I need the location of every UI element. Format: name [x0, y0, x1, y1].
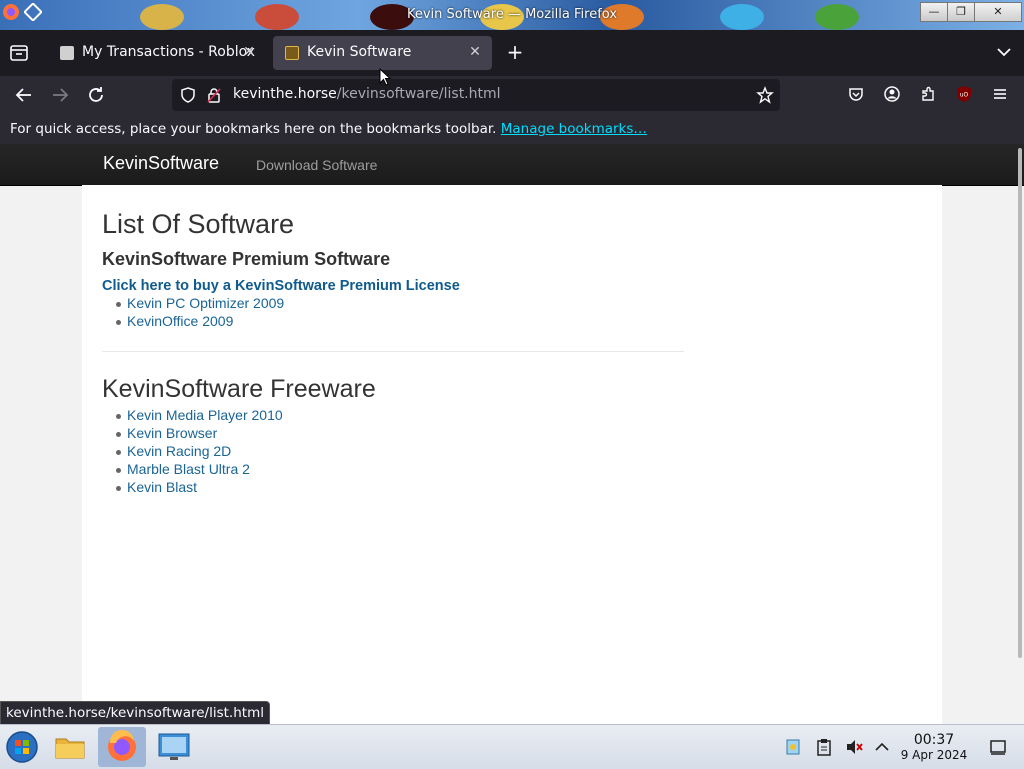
web-content: KevinSoftware Download Software List Of … — [0, 144, 1024, 724]
freeware-heading: KevinSoftware Freeware — [102, 375, 376, 403]
address-bar[interactable]: kevinthe.horse/kevinsoftware/list.html — [172, 79, 780, 111]
tab-strip: My Transactions - Roblox ✕ Kevin Softwar… — [0, 30, 1024, 76]
tracking-protection-shield-icon[interactable] — [180, 87, 196, 103]
ublock-origin-icon[interactable]: uO — [955, 85, 973, 103]
bookmarks-toolbar: For quick access, place your bookmarks h… — [0, 114, 1024, 144]
list-item: Kevin Blast — [102, 479, 283, 497]
software-link[interactable]: Kevin PC Optimizer 2009 — [127, 295, 284, 311]
buy-license-link[interactable]: Click here to buy a KevinSoftware Premiu… — [102, 278, 460, 294]
software-link[interactable]: Kevin Blast — [127, 479, 197, 495]
software-link[interactable]: Kevin Browser — [127, 425, 217, 441]
list-item: Marble Blast Ultra 2 — [102, 461, 283, 479]
maximize-button[interactable]: ❐ — [947, 2, 975, 22]
bookmarks-message: For quick access, place your bookmarks h… — [10, 121, 647, 137]
firefox-icon — [108, 729, 136, 761]
firefox-view-icon[interactable] — [8, 42, 30, 64]
tab-roblox[interactable]: My Transactions - Roblox ✕ — [48, 36, 266, 70]
list-item: Kevin PC Optimizer 2009 — [102, 295, 284, 313]
list-item: KevinOffice 2009 — [102, 313, 284, 331]
list-item: Kevin Racing 2D — [102, 443, 283, 461]
volume-muted-icon[interactable] — [845, 738, 863, 756]
notes-tray-icon[interactable] — [784, 738, 802, 756]
page-scrollbar[interactable] — [1018, 148, 1022, 658]
taskbar: 00:37 9 Apr 2024 — [0, 724, 1024, 769]
start-menu-icon[interactable] — [4, 729, 40, 765]
chevron-up-icon[interactable] — [873, 738, 891, 756]
url-domain: kevinthe.horse — [233, 86, 337, 102]
file-manager-icon[interactable] — [52, 729, 88, 765]
clock-date: 9 Apr 2024 — [900, 748, 968, 762]
site-navbar: KevinSoftware Download Software — [0, 144, 1024, 186]
software-link[interactable]: Kevin Media Player 2010 — [127, 407, 283, 423]
list-item: Kevin Media Player 2010 — [102, 407, 283, 425]
software-link[interactable]: KevinOffice 2009 — [127, 313, 233, 329]
kevin-favicon-icon — [285, 46, 299, 60]
window-titlebar: Kevin Software — Mozilla Firefox — ❐ ✕ — [0, 0, 1024, 30]
window-title: Kevin Software — Mozilla Firefox — [406, 7, 618, 22]
bookmark-star-icon[interactable] — [756, 86, 774, 104]
site-brand[interactable]: KevinSoftware — [103, 153, 219, 174]
minimize-button[interactable]: — — [920, 2, 948, 22]
back-icon[interactable] — [13, 84, 35, 106]
url-text[interactable]: kevinthe.horse/kevinsoftware/list.html — [233, 86, 501, 102]
divider — [102, 351, 684, 352]
close-window-button[interactable]: ✕ — [974, 2, 1022, 22]
url-path: /kevinsoftware/list.html — [336, 86, 501, 102]
show-desktop-icon[interactable] — [989, 738, 1007, 756]
mouse-cursor-icon — [379, 68, 391, 86]
account-icon[interactable] — [883, 85, 901, 103]
forward-icon[interactable] — [49, 84, 71, 106]
clock-time: 00:37 — [913, 732, 955, 748]
bookmarks-hint-text: For quick access, place your bookmarks h… — [10, 121, 497, 137]
new-tab-button[interactable]: + — [504, 42, 526, 64]
clipboard-icon[interactable] — [815, 738, 833, 756]
tab-kevin-software[interactable]: Kevin Software ✕ — [273, 36, 492, 70]
svg-text:uO: uO — [960, 92, 969, 99]
list-item: Kevin Browser — [102, 425, 283, 443]
roblox-favicon-icon — [60, 46, 74, 60]
premium-heading: KevinSoftware Premium Software — [102, 249, 391, 269]
freeware-list: Kevin Media Player 2010 Kevin Browser Ke… — [102, 407, 283, 497]
close-tab-icon[interactable]: ✕ — [240, 43, 258, 61]
tab-label: Kevin Software — [307, 44, 412, 60]
taskbar-firefox[interactable] — [98, 727, 146, 767]
manage-bookmarks-link[interactable]: Manage bookmarks… — [501, 121, 647, 137]
reload-icon[interactable] — [85, 84, 107, 106]
page-container: List Of Software KevinSoftware Premium S… — [82, 185, 942, 724]
lock-icon[interactable] — [206, 87, 222, 103]
list-all-tabs-icon[interactable] — [996, 44, 1012, 60]
link-status-bar: kevinthe.horse/kevinsoftware/list.html — [0, 701, 270, 724]
menu-icon[interactable] — [991, 85, 1009, 103]
navigation-toolbar: kevinthe.horse/kevinsoftware/list.html u… — [0, 76, 1024, 114]
remote-desktop-icon[interactable] — [156, 729, 192, 765]
software-link[interactable]: Kevin Racing 2D — [127, 443, 231, 459]
premium-software-list: Kevin PC Optimizer 2009 KevinOffice 2009 — [102, 295, 284, 331]
clock[interactable]: 00:37 9 Apr 2024 — [897, 732, 971, 763]
extensions-icon[interactable] — [919, 85, 937, 103]
pocket-icon[interactable] — [847, 85, 865, 103]
tab-label: My Transactions - Roblox — [82, 44, 256, 60]
download-software-link[interactable]: Download Software — [256, 157, 377, 173]
software-link[interactable]: Marble Blast Ultra 2 — [127, 461, 250, 477]
page-title: List Of Software — [102, 209, 295, 239]
close-tab-icon[interactable]: ✕ — [466, 43, 484, 61]
